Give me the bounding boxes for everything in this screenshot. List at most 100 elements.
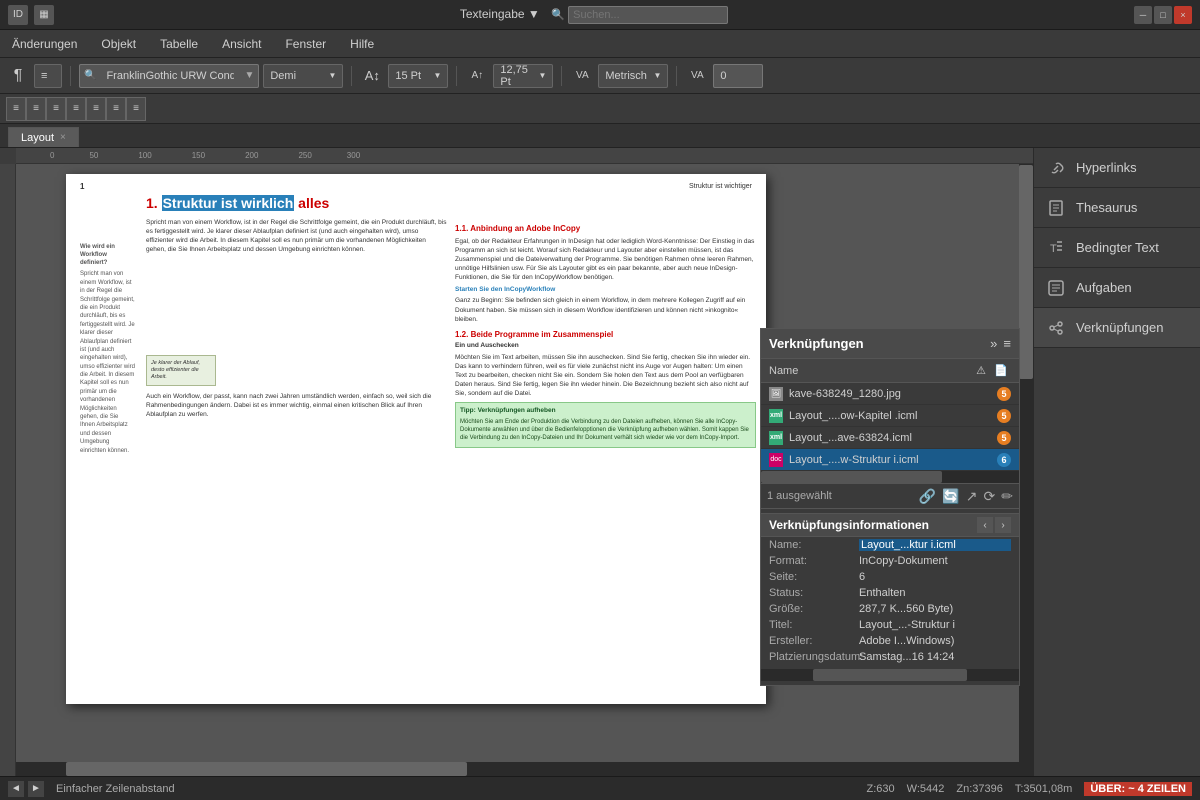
align-justify-button[interactable]: ≡ bbox=[66, 97, 86, 121]
paragraph-icon[interactable]: ¶ bbox=[6, 64, 30, 88]
window-controls: ─ □ × bbox=[1134, 6, 1192, 24]
link-name-1: kave-638249_1280.jpg bbox=[789, 388, 991, 400]
toolbar-separator-1 bbox=[70, 66, 71, 86]
page-canvas: 1 Struktur ist wichtiger Wie wird ein Wo… bbox=[66, 174, 766, 704]
menu-item-hilfe[interactable]: Hilfe bbox=[346, 35, 378, 53]
title-search-input[interactable] bbox=[568, 6, 728, 24]
conditional-text-icon: T bbox=[1046, 238, 1066, 258]
page-number: 1 bbox=[80, 182, 84, 192]
tip-text: Möchten Sie am Ende der Produktion die V… bbox=[460, 418, 751, 443]
section-1-2-body: Möchten Sie im Text arbeiten, müssen Sie… bbox=[455, 353, 756, 398]
info-value-creator: Adobe I...Windows) bbox=[859, 635, 1011, 647]
links-scrollbar-h[interactable] bbox=[761, 471, 1019, 483]
panel-item-tasks[interactable]: Aufgaben bbox=[1034, 268, 1200, 308]
links-menu-icon[interactable]: ≡ bbox=[1003, 336, 1011, 351]
main-content: 1. Struktur ist wirklich alles Spricht m… bbox=[146, 194, 756, 694]
panel-item-verknuepfungen[interactable]: Verknüpfungen bbox=[1034, 308, 1200, 348]
font-size-icon: A↕ bbox=[360, 64, 384, 88]
tab-close-icon[interactable]: × bbox=[60, 132, 66, 143]
link-item-4[interactable]: doc Layout_....w-Struktur i.icml 6 bbox=[761, 449, 1019, 471]
link-action-edit[interactable]: ✏ bbox=[1001, 488, 1013, 505]
tip-box: Tipp: Verknüpfungen aufheben Möchten Sie… bbox=[455, 402, 756, 448]
panel-label-thesaurus: Thesaurus bbox=[1076, 200, 1137, 215]
col-warn-label: ⚠ bbox=[971, 364, 991, 377]
info-value-title: Layout_...-Struktur i bbox=[859, 619, 1011, 631]
links-info-prev[interactable]: ‹ bbox=[977, 517, 993, 533]
link-badge-4: 6 bbox=[997, 453, 1011, 467]
info-label-creator: Ersteller: bbox=[769, 635, 859, 647]
link-action-update[interactable]: ⟳ bbox=[984, 488, 996, 505]
selected-count-label: 1 ausgewählt bbox=[767, 490, 832, 502]
metrics-input[interactable] bbox=[713, 64, 763, 88]
info-row-placement: Platzierungsdatum: Samstag...16 14:24 bbox=[761, 649, 1019, 665]
app-icon2: ▦ bbox=[34, 5, 54, 25]
toolbar-separator-5 bbox=[676, 66, 677, 86]
menu-item-fenster[interactable]: Fenster bbox=[281, 35, 330, 53]
info-label-title: Titel: bbox=[769, 619, 859, 631]
panel-item-hyperlinks[interactable]: Hyperlinks bbox=[1034, 148, 1200, 188]
status-z: Z:630 bbox=[867, 783, 895, 795]
align-justify-right-button[interactable]: ≡ bbox=[126, 97, 146, 121]
verknuepfungen-icon bbox=[1046, 318, 1066, 338]
canvas-scrollbar-vertical[interactable] bbox=[1019, 164, 1033, 776]
align-justify-all-button[interactable]: ≡ bbox=[86, 97, 106, 121]
panel-item-thesaurus[interactable]: Thesaurus bbox=[1034, 188, 1200, 228]
align-center-button[interactable]: ≡ bbox=[26, 97, 46, 121]
toolbar-alignment: ≡ ≡ ≡ ≡ ≡ ≡ ≡ bbox=[0, 94, 1200, 124]
page-next-button[interactable]: ► bbox=[28, 781, 44, 797]
left-col-body-2: Auch ein Workflow, der passt, kann nach … bbox=[146, 392, 447, 419]
panel-item-conditional-text[interactable]: T Bedingter Text bbox=[1034, 228, 1200, 268]
link-action-goto[interactable]: ↗ bbox=[966, 488, 978, 505]
kerning-button[interactable]: Metrisch bbox=[598, 64, 668, 88]
link-icon-xml-1: xml bbox=[769, 409, 783, 423]
thesaurus-icon bbox=[1046, 198, 1066, 218]
maximize-button[interactable]: □ bbox=[1154, 6, 1172, 24]
links-info-next[interactable]: › bbox=[995, 517, 1011, 533]
align-left-button[interactable]: ≡ bbox=[6, 97, 26, 121]
canvas-scrollbar-horizontal[interactable] bbox=[16, 762, 1019, 776]
links-info-scrollbar[interactable] bbox=[761, 669, 1019, 681]
leading-button[interactable]: 12,75 Pt bbox=[493, 64, 553, 88]
font-size-button[interactable]: 15 Pt bbox=[388, 64, 448, 88]
menu-item-aenderungen[interactable]: Änderungen bbox=[8, 35, 81, 53]
section-1-2-subtitle: Ein und Auschecken bbox=[455, 342, 756, 350]
menu-item-ansicht[interactable]: Ansicht bbox=[218, 35, 265, 53]
menu-item-tabelle[interactable]: Tabelle bbox=[156, 35, 202, 53]
tab-bar: Layout × bbox=[0, 124, 1200, 148]
info-row-status: Status: Enthalten bbox=[761, 585, 1019, 601]
align-right-button[interactable]: ≡ bbox=[46, 97, 66, 121]
callout-box: Je klarer der Ablauf, desto effizienter … bbox=[146, 355, 216, 386]
font-style-button[interactable]: Demi bbox=[263, 64, 343, 88]
page-prev-button[interactable]: ◄ bbox=[8, 781, 24, 797]
link-name-4: Layout_....w-Struktur i.icml bbox=[789, 454, 991, 466]
info-label-name: Name: bbox=[769, 539, 859, 551]
list-style-button[interactable]: ≡ bbox=[34, 64, 62, 88]
layout-tab[interactable]: Layout × bbox=[8, 127, 79, 147]
workflow-text: Ganz zu Beginn: Sie befinden sich gleich… bbox=[455, 296, 756, 323]
section-1-2-title: 1.2. Beide Programme im Zusammenspiel bbox=[455, 330, 756, 340]
info-label-page: Seite: bbox=[769, 571, 859, 583]
menu-item-objekt[interactable]: Objekt bbox=[97, 35, 140, 53]
font-dropdown-icon[interactable]: ▼ bbox=[244, 70, 254, 81]
link-item-1[interactable]: 🖼 kave-638249_1280.jpg 5 bbox=[761, 383, 1019, 405]
canvas-scrollbar-thumb-h[interactable] bbox=[66, 762, 467, 776]
font-family-input[interactable] bbox=[100, 64, 240, 88]
link-item-2[interactable]: xml Layout_....ow-Kapitel .icml 5 bbox=[761, 405, 1019, 427]
minimize-button[interactable]: ─ bbox=[1134, 6, 1152, 24]
link-action-update-all[interactable]: 🔗 bbox=[919, 488, 936, 505]
links-expand-icon[interactable]: » bbox=[990, 336, 997, 351]
info-label-status: Status: bbox=[769, 587, 859, 599]
links-panel-header: Verknüpfungen » ≡ bbox=[761, 329, 1019, 359]
title-bar-left: ID ▦ bbox=[8, 5, 54, 25]
link-item-3[interactable]: xml Layout_...ave-63824.icml 5 bbox=[761, 427, 1019, 449]
links-info: Verknüpfungsinformationen ‹ › Name: Layo… bbox=[761, 509, 1019, 685]
link-action-relink[interactable]: 🔄 bbox=[942, 488, 959, 505]
toolbar: ¶ ≡ 🔍 ▼ Demi A↕ 15 Pt A↑ 12,75 Pt VA Met… bbox=[0, 58, 1200, 94]
links-info-nav: ‹ › bbox=[977, 517, 1011, 533]
align-justify-center-button[interactable]: ≡ bbox=[106, 97, 126, 121]
canvas-scrollbar-thumb-v[interactable] bbox=[1019, 165, 1033, 379]
toolbar-separator-3 bbox=[456, 66, 457, 86]
close-button[interactable]: × bbox=[1174, 6, 1192, 24]
selected-text: Struktur ist wirklich bbox=[162, 195, 295, 211]
svg-text:T: T bbox=[1050, 243, 1057, 255]
